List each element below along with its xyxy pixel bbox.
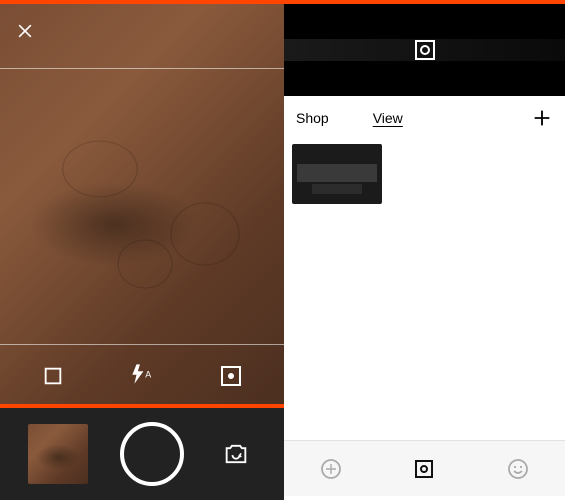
nav-emoji[interactable]	[498, 449, 538, 489]
close-button[interactable]	[12, 18, 38, 44]
lens-icon	[412, 457, 436, 481]
nav-grid[interactable]	[311, 449, 351, 489]
switch-camera-icon	[222, 440, 250, 468]
mini-preview-button[interactable]	[415, 40, 435, 60]
shutter-button[interactable]	[120, 422, 184, 486]
bottom-nav	[284, 440, 565, 496]
aspect-toggle[interactable]	[33, 356, 73, 396]
crop-square-icon	[42, 365, 64, 387]
focus-toggle[interactable]	[211, 356, 251, 396]
framing-guide-bottom	[0, 344, 284, 345]
results-gallery	[284, 140, 565, 440]
camera-pane: A	[0, 0, 284, 500]
close-icon	[15, 21, 35, 41]
mini-preview-bar	[284, 4, 565, 96]
flash-toggle[interactable]: A	[122, 356, 162, 396]
tab-view[interactable]: View	[373, 110, 403, 126]
camera-viewfinder[interactable]: A	[0, 4, 284, 404]
add-button[interactable]	[531, 107, 553, 129]
plus-icon	[531, 107, 553, 129]
tabs-row: Shop View	[284, 96, 565, 140]
flash-auto-icon: A	[129, 363, 155, 389]
nav-lens[interactable]	[404, 449, 444, 489]
camera-options-row: A	[0, 348, 284, 404]
camera-bottom-bar	[0, 404, 284, 500]
results-pane: Shop View	[284, 0, 565, 500]
framing-guide-top	[0, 68, 284, 69]
grid-icon	[319, 457, 343, 481]
result-thumbnail[interactable]	[292, 144, 382, 204]
gallery-thumbnail[interactable]	[28, 424, 88, 484]
switch-camera-button[interactable]	[216, 434, 256, 474]
flash-mode-letter: A	[145, 370, 151, 380]
tab-shop[interactable]: Shop	[296, 110, 329, 126]
smiley-icon	[506, 457, 530, 481]
center-focus-icon	[219, 364, 243, 388]
